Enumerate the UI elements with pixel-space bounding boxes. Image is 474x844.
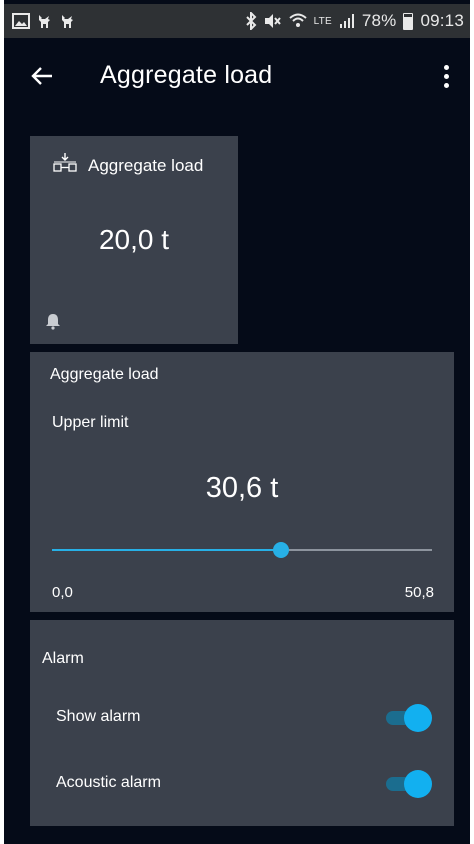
battery-percent: 78% xyxy=(361,11,397,30)
show-alarm-label: Show alarm xyxy=(56,708,141,725)
app-bar: Aggregate load xyxy=(4,38,470,114)
upper-limit-card: Aggregate load Upper limit 30,6 t 0,0 50… xyxy=(30,352,454,612)
acoustic-alarm-label: Acoustic alarm xyxy=(56,774,161,791)
aggregate-load-icon xyxy=(52,152,78,179)
alarm-title: Alarm xyxy=(42,650,84,667)
show-alarm-toggle[interactable] xyxy=(386,704,432,732)
bluetooth-icon xyxy=(245,12,257,30)
more-vertical-icon xyxy=(443,64,449,70)
deer-icon xyxy=(60,13,76,29)
acoustic-alarm-row: Acoustic alarm xyxy=(30,764,454,804)
toggle-knob xyxy=(404,704,432,732)
slider-fill xyxy=(52,549,281,551)
status-bar: LTE 78% 09:13 xyxy=(4,4,470,38)
app-screen: LTE 78% 09:13 Aggregate load Aggregate l… xyxy=(4,0,470,844)
signal-icon xyxy=(339,13,355,29)
arrow-left-icon xyxy=(31,67,52,85)
battery-icon xyxy=(403,12,414,30)
upper-limit-value: 30,6 t xyxy=(205,472,279,504)
image-icon xyxy=(12,13,30,29)
tile-header: Aggregate load xyxy=(52,152,203,179)
toggle-knob xyxy=(404,770,432,798)
network-type: LTE xyxy=(313,15,332,27)
wifi-icon xyxy=(288,13,307,29)
alarm-card: Alarm Show alarm Acoustic alarm xyxy=(30,620,454,826)
upper-limit-label: Upper limit xyxy=(52,414,129,431)
tile-title: Aggregate load xyxy=(88,155,204,175)
status-bar-notifications xyxy=(12,13,76,29)
card-title: Aggregate load xyxy=(50,366,159,383)
mute-icon xyxy=(264,13,282,29)
upper-limit-slider[interactable] xyxy=(52,538,432,562)
slider-max-label: 50,8 xyxy=(404,584,434,601)
tile-value: 20,0 t xyxy=(98,224,170,255)
status-bar-system: LTE 78% 09:13 xyxy=(245,11,464,31)
back-button[interactable] xyxy=(26,60,58,92)
more-options-button[interactable] xyxy=(434,60,458,92)
acoustic-alarm-toggle[interactable] xyxy=(386,770,432,798)
slider-thumb[interactable] xyxy=(272,542,289,558)
aggregate-load-tile[interactable]: Aggregate load 20,0 t xyxy=(30,136,238,344)
show-alarm-row: Show alarm xyxy=(30,698,454,738)
slider-min-label: 0,0 xyxy=(52,584,73,601)
page-title: Aggregate load xyxy=(100,61,273,89)
bell-icon xyxy=(44,312,62,335)
clock: 09:13 xyxy=(420,11,464,30)
deer-icon xyxy=(37,13,53,29)
